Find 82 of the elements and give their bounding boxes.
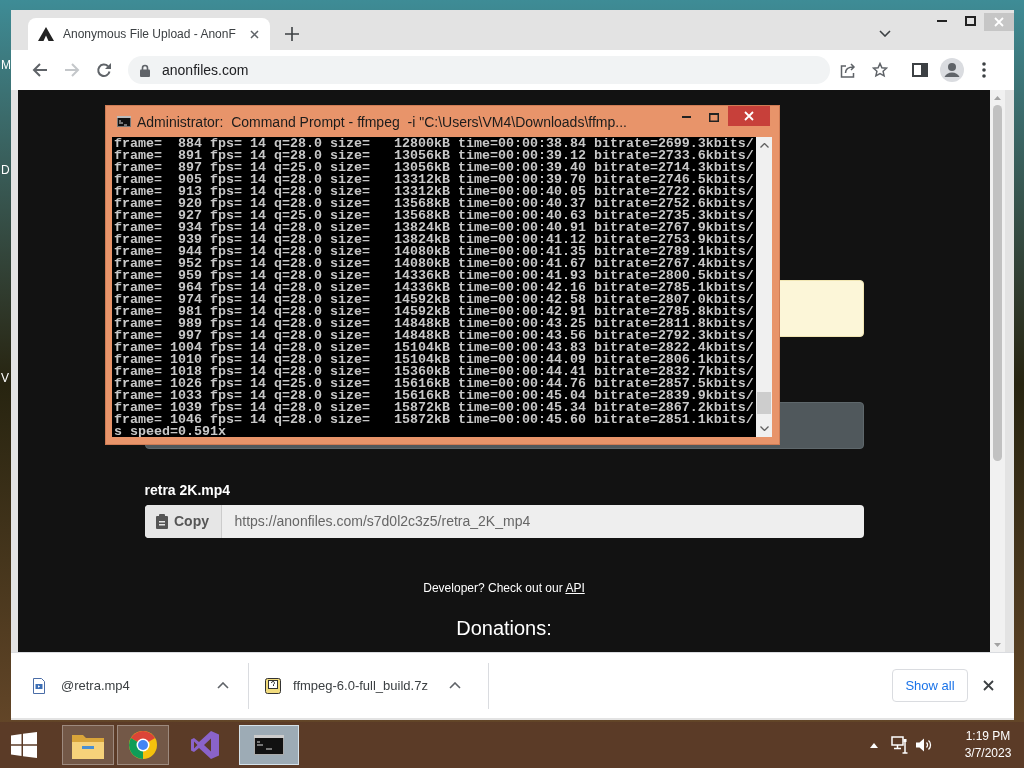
network-button[interactable] <box>890 733 910 757</box>
link-field[interactable]: Copy https://anonfiles.com/s7d0l2c3z5/retra_2K_mp4 <box>144 505 864 538</box>
scrollbar-thumb[interactable] <box>993 105 1002 461</box>
console-line: frame= 952 fps= 14 q=28.0 size= 14080kB time=00:00:41.67 bitrate=2767.4kbits/ <box>114 258 754 270</box>
console-line: frame= 939 fps= 14 q=28.0 size= 13824kB time=00:00:41.12 bitrate=2753.9kbits/ <box>114 234 754 246</box>
console-line: frame= 891 fps= 14 q=28.0 size= 13056kB time=00:00:39.12 bitrate=2733.6kbits/ <box>114 150 754 162</box>
console-line: frame= 1018 fps= 14 q=28.0 size= 15360kB time=00:00:44.41 bitrate=2832.7kbits/ <box>114 366 754 378</box>
avatar-icon <box>940 58 964 82</box>
speaker-icon <box>916 738 932 752</box>
console-icon <box>254 735 284 755</box>
plus-icon <box>285 27 299 41</box>
console-line: frame= 997 fps= 14 q=28.0 size= 14848kB time=00:00:43.56 bitrate=2792.3kbits/ <box>114 330 754 342</box>
chevron-up-icon <box>217 682 229 689</box>
window-title: Administrator: Command Prompt - ffmpeg -i "C:\Users\VM4\Downloads\ffmp... <box>137 112 627 131</box>
console-line: frame= 1033 fps= 14 q=28.0 size= 15616kB time=00:00:45.04 bitrate=2839.9kbits/ <box>114 390 754 402</box>
console-line: frame= 905 fps= 14 q=28.0 size= 13312kB time=00:00:39.70 bitrate=2746.5kbits/ <box>114 174 754 186</box>
file-name: retra 2K.mp4 <box>144 481 231 499</box>
clipboard-icon <box>156 514 168 529</box>
console-line: frame= 974 fps= 14 q=28.0 size= 14592kB time=00:00:42.58 bitrate=2807.0kbits/ <box>114 294 754 306</box>
address-bar[interactable]: anonfiles.com <box>128 56 830 84</box>
download-item[interactable]: @retra.mp4 <box>11 662 249 709</box>
chevron-up-icon <box>449 682 461 689</box>
donations-heading: Donations: <box>456 616 552 640</box>
taskbar-app-button[interactable] <box>239 725 299 765</box>
scrollbar-thumb[interactable] <box>757 392 771 414</box>
console-line: frame= 897 fps= 14 q=25.0 size= 13056kB time=00:00:39.40 bitrate=2714.3kbits/ <box>114 162 754 174</box>
maximize-icon <box>709 112 719 122</box>
clock-time: 1:19 PM <box>965 728 1011 745</box>
api-link[interactable]: API <box>565 581 585 595</box>
share-icon <box>840 62 856 78</box>
console-line: frame= 964 fps= 14 q=28.0 size= 14336kB time=00:00:42.16 bitrate=2785.1kbits/ <box>114 282 754 294</box>
console-line: frame= 1010 fps= 14 q=28.0 size= 15104kB time=00:00:44.09 bitrate=2806.1kbits/ <box>114 354 754 366</box>
console-line: frame= 927 fps= 14 q=25.0 size= 13568kB time=00:00:40.63 bitrate=2735.3kbits/ <box>114 210 754 222</box>
menu-icon <box>982 62 986 78</box>
close-icon <box>249 29 259 39</box>
chevron-down-icon <box>879 29 891 37</box>
grid-logo-icon <box>11 732 37 758</box>
close-icon <box>982 680 994 691</box>
ring-logo-icon <box>129 731 157 759</box>
forward-arrow-icon <box>64 62 80 78</box>
browser-tab[interactable]: Anonymous File Upload - AnonF <box>28 18 270 50</box>
chevron-down-icon[interactable] <box>759 426 769 431</box>
star-icon <box>872 62 888 78</box>
ribbon-logo-icon <box>191 731 219 759</box>
maximize-icon <box>964 16 976 26</box>
desktop-icon-label: D <box>1 163 10 177</box>
desktop-icon-label: M <box>1 58 11 72</box>
console-line: frame= 1026 fps= 14 q=25.0 size= 15616kB time=00:00:44.76 bitrate=2857.5kbits/ <box>114 378 754 390</box>
desktop-icon-label: V <box>1 371 9 385</box>
network-icon <box>891 736 909 754</box>
back-arrow-icon <box>32 62 48 78</box>
download-item[interactable]: ffmpeg-6.0-full_build.7z <box>249 662 489 709</box>
minimize-icon <box>681 116 691 118</box>
side-panel-icon <box>912 63 928 77</box>
video-file-icon <box>33 677 45 694</box>
console-line: frame= 1046 fps= 14 q=28.0 size= 15872kB time=00:00:45.60 bitrate=2851.1kbits/ <box>114 414 754 426</box>
console-line: frame= 884 fps= 14 q=28.0 size= 12800kB time=00:00:38.84 bitrate=2699.3kbits/ <box>114 138 754 150</box>
console-line: frame= 934 fps= 14 q=28.0 size= 13824kB time=00:00:40.91 bitrate=2767.9kbits/ <box>114 222 754 234</box>
developer-note: Developer? Check out our API <box>423 580 585 596</box>
close-window-button[interactable] <box>728 106 770 126</box>
clock-date: 3/7/2023 <box>964 745 1012 762</box>
console-line: frame= 944 fps= 14 q=28.0 size= 14080kB time=00:00:41.35 bitrate=2789.1kbits/ <box>114 246 754 258</box>
console-line: frame= 1039 fps= 14 q=28.0 size= 15872kB time=00:00:45.34 bitrate=2867.2kbits/ <box>114 402 754 414</box>
console-line: frame= 989 fps= 14 q=28.0 size= 14848kB time=00:00:43.25 bitrate=2811.8kbits/ <box>114 318 754 330</box>
show-all-button[interactable]: Show all <box>892 669 968 702</box>
chevron-up-icon[interactable] <box>759 143 769 148</box>
close-icon <box>994 17 1004 27</box>
copy-button[interactable]: Copy <box>144 505 222 538</box>
file-icon <box>265 677 281 694</box>
logo-icon <box>38 27 54 41</box>
console-line: frame= 1004 fps= 14 q=28.0 size= 15104kB time=00:00:43.83 bitrate=2822.4kbits/ <box>114 342 754 354</box>
console-line: s speed=0.591x <box>114 426 226 437</box>
close-icon <box>744 111 754 121</box>
caret-up-icon <box>870 742 878 748</box>
console-line: frame= 913 fps= 14 q=28.0 size= 13312kB time=00:00:40.05 bitrate=2722.6kbits/ <box>114 186 754 198</box>
lock-icon <box>140 63 150 77</box>
minimize-icon <box>937 20 947 22</box>
console-line: frame= 981 fps= 14 q=28.0 size= 14592kB time=00:00:42.91 bitrate=2785.8kbits/ <box>114 306 754 318</box>
reload-icon <box>96 62 112 78</box>
console-line: frame= 920 fps= 14 q=28.0 size= 13568kB time=00:00:40.37 bitrate=2752.6kbits/ <box>114 198 754 210</box>
console-line: frame= 959 fps= 14 q=28.0 size= 14336kB time=00:00:41.93 bitrate=2800.5kbits/ <box>114 270 754 282</box>
console-icon <box>117 116 131 127</box>
